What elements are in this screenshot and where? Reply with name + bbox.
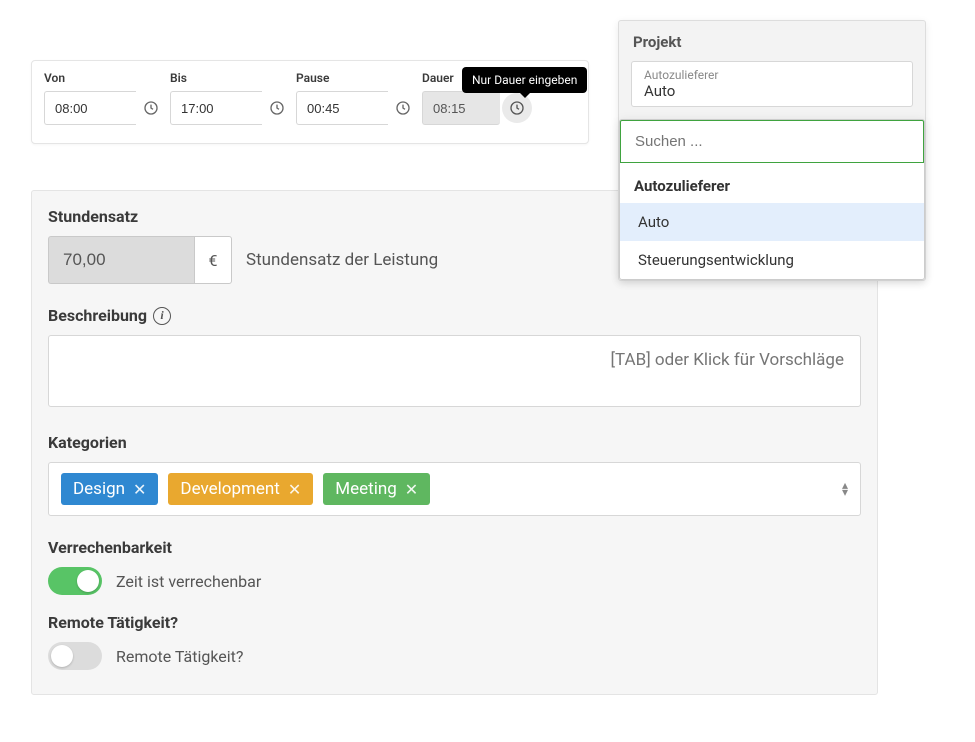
categories-label: Kategorien (48, 433, 861, 452)
clock-icon[interactable] (262, 91, 292, 125)
time-pause-wrap (296, 91, 418, 125)
tag-label: Meeting (335, 479, 397, 499)
billable-toggle[interactable] (48, 567, 102, 595)
time-pause-label: Pause (296, 71, 418, 85)
time-pause-input[interactable] (296, 91, 388, 125)
clock-icon[interactable] (136, 91, 166, 125)
time-from-input[interactable] (44, 91, 136, 125)
time-duration-input (422, 91, 500, 125)
project-header: Projekt (619, 21, 925, 61)
project-selected-sub: Autozulieferer (644, 68, 900, 82)
time-pause-group: Pause (296, 71, 418, 125)
description-label: Beschreibung i (48, 306, 861, 325)
rate-input (48, 236, 194, 284)
project-option-steuerung[interactable]: Steuerungsentwicklung (620, 241, 924, 279)
info-icon[interactable]: i (153, 307, 171, 325)
clock-icon[interactable] (388, 91, 418, 125)
time-duration-wrap (422, 91, 532, 125)
time-to-group: Bis (170, 71, 292, 125)
tag-label: Development (180, 479, 279, 499)
project-option-auto[interactable]: Auto (620, 203, 924, 241)
project-select[interactable]: Autozulieferer Auto (631, 61, 913, 107)
category-tag-development[interactable]: Development ✕ (168, 473, 313, 505)
remote-toggle[interactable] (48, 642, 102, 670)
chevron-updown-icon[interactable]: ▴▾ (842, 482, 848, 496)
time-to-wrap (170, 91, 292, 125)
remote-row: Remote Tätigkeit? (48, 642, 861, 670)
billable-label: Verrechenbarkeit (48, 538, 861, 557)
project-panel: Projekt Autozulieferer Auto Autozuliefer… (618, 20, 926, 281)
time-from-wrap (44, 91, 166, 125)
close-icon[interactable]: ✕ (405, 480, 418, 499)
rate-input-wrap: € (48, 236, 232, 284)
duration-tooltip: Nur Dauer eingeben (462, 67, 587, 93)
project-search-input[interactable] (620, 120, 924, 163)
remote-label: Remote Tätigkeit? (48, 613, 861, 632)
category-tag-meeting[interactable]: Meeting ✕ (323, 473, 430, 505)
rate-currency: € (194, 236, 232, 284)
billable-row: Zeit ist verrechenbar (48, 567, 861, 595)
categories-select[interactable]: Design ✕ Development ✕ Meeting ✕ ▴▾ (48, 462, 861, 516)
time-to-input[interactable] (170, 91, 262, 125)
time-to-label: Bis (170, 71, 292, 85)
time-from-group: Von (44, 71, 166, 125)
tag-label: Design (73, 479, 125, 499)
remote-text: Remote Tätigkeit? (116, 647, 243, 666)
close-icon[interactable]: ✕ (133, 480, 146, 499)
category-tag-design[interactable]: Design ✕ (61, 473, 158, 505)
close-icon[interactable]: ✕ (288, 480, 301, 499)
description-input[interactable] (48, 335, 861, 407)
project-group-title: Autozulieferer (620, 163, 924, 203)
time-from-label: Von (44, 71, 166, 85)
project-dropdown: Autozulieferer Auto Steuerungsentwicklun… (619, 119, 925, 280)
billable-text: Zeit ist verrechenbar (116, 572, 261, 591)
project-selected-main: Auto (644, 82, 900, 100)
tooltip-text: Nur Dauer eingeben (472, 73, 577, 87)
rate-hint: Stundensatz der Leistung (246, 250, 438, 270)
